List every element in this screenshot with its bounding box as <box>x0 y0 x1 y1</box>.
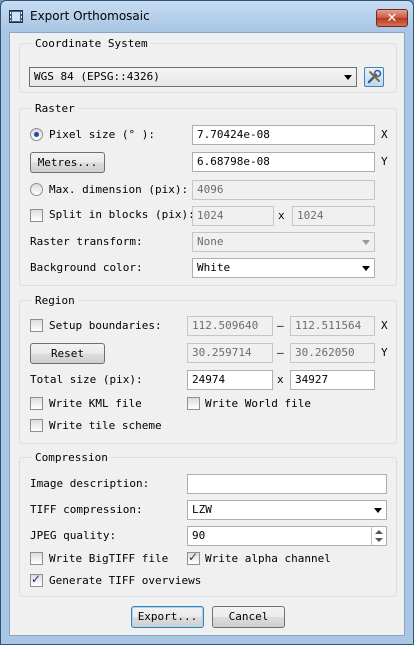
write-alpha-label: Write alpha channel <box>205 552 331 565</box>
generate-overviews-checkbox[interactable]: ✓ <box>30 572 43 587</box>
check-icon: ✓ <box>188 550 199 564</box>
write-alpha-checkbox[interactable]: ✓ <box>187 550 200 565</box>
chevron-up-icon[interactable] <box>375 530 383 534</box>
pixel-size-radio[interactable] <box>30 128 43 141</box>
setup-boundaries-label: Setup boundaries: <box>49 319 162 332</box>
times-label: x <box>278 209 285 222</box>
max-dimension-label: Max. dimension (pix): <box>49 183 189 196</box>
jpeg-quality-spinbox[interactable]: 90 <box>187 526 387 546</box>
max-dimension-input[interactable]: 4096 <box>192 180 375 200</box>
reset-button[interactable]: Reset <box>30 343 105 364</box>
tiff-compression-select[interactable]: LZW <box>187 500 387 520</box>
coordinate-system-settings-button[interactable] <box>364 67 384 87</box>
spin-buttons[interactable] <box>371 527 386 545</box>
title-bar[interactable]: Export Orthomosaic ✕ <box>1 1 413 33</box>
raster-title: Raster <box>32 102 78 115</box>
dialog-body: Coordinate System WGS 84 (EPSG::4326) Ra… <box>9 32 405 636</box>
raster-transform-label: Raster transform: <box>30 235 143 248</box>
tools-icon <box>367 69 382 84</box>
chevron-down-icon[interactable] <box>375 538 383 542</box>
raster-transform-select[interactable]: None <box>192 232 375 252</box>
metres-button[interactable]: Metres... <box>30 152 105 173</box>
split-blocks-checkbox[interactable] <box>30 209 43 222</box>
y-max-input[interactable]: 30.262050 <box>290 343 375 363</box>
export-button[interactable]: Export... <box>131 606 204 628</box>
pixel-size-x-input[interactable]: 7.70424e-08 <box>192 125 375 145</box>
pixel-size-label: Pixel size (° ): <box>49 128 155 141</box>
background-color-value: White <box>197 261 231 274</box>
write-bigtiff-label: Write BigTIFF file <box>49 552 169 565</box>
export-orthomosaic-window: Export Orthomosaic ✕ Coordinate System W… <box>0 0 414 645</box>
tiff-compression-label: TIFF compression: <box>30 503 143 516</box>
x-axis-label: X <box>381 319 388 332</box>
jpeg-quality-value: 90 <box>192 529 206 542</box>
chevron-down-icon <box>362 240 370 245</box>
coordinate-system-title: Coordinate System <box>32 37 151 50</box>
total-width-input[interactable]: 24974 <box>187 370 273 390</box>
split-blocks-label: Split in blocks (pix): <box>49 208 195 221</box>
chevron-down-icon <box>362 266 370 271</box>
region-group: Region Setup boundaries: 112.509640 – 11… <box>19 294 397 444</box>
range-dash: – <box>277 319 284 332</box>
write-kml-label: Write KML file <box>49 397 142 410</box>
split-blocks-y-input[interactable]: 1024 <box>292 206 375 226</box>
x-axis-label: X <box>381 128 388 141</box>
coordinate-system-value: WGS 84 (EPSG::4326) <box>34 70 160 83</box>
x-min-input[interactable]: 112.509640 <box>187 316 273 336</box>
times-label: x <box>277 373 284 386</box>
split-blocks-x-input[interactable]: 1024 <box>192 206 274 226</box>
compression-group: Compression Image description: TIFF comp… <box>19 451 397 597</box>
film-icon <box>9 10 23 23</box>
cancel-button[interactable]: Cancel <box>212 606 285 628</box>
setup-boundaries-checkbox[interactable] <box>30 319 43 332</box>
write-tile-label: Write tile scheme <box>49 419 162 432</box>
jpeg-quality-label: JPEG quality: <box>30 529 117 542</box>
range-dash: – <box>277 346 284 359</box>
total-height-input[interactable]: 34927 <box>290 370 375 390</box>
generate-overviews-label: Generate TIFF overviews <box>49 574 202 587</box>
pixel-size-y-input[interactable]: 6.68798e-08 <box>192 152 375 172</box>
write-world-label: Write World file <box>205 397 311 410</box>
coordinate-system-select[interactable]: WGS 84 (EPSG::4326) <box>29 67 357 87</box>
radio-selected-dot <box>34 132 39 137</box>
close-button[interactable]: ✕ <box>376 9 408 27</box>
chevron-down-icon <box>374 508 382 513</box>
image-description-label: Image description: <box>30 477 150 490</box>
write-world-checkbox[interactable] <box>187 397 200 410</box>
write-bigtiff-checkbox[interactable] <box>30 552 43 565</box>
image-description-input[interactable] <box>187 474 387 494</box>
total-size-label: Total size (pix): <box>30 373 143 386</box>
background-color-select[interactable]: White <box>192 258 375 278</box>
y-axis-label: Y <box>381 346 388 359</box>
tiff-compression-value: LZW <box>192 503 212 516</box>
close-icon: ✕ <box>386 11 398 26</box>
max-dimension-radio[interactable] <box>30 183 43 196</box>
check-icon: ✓ <box>31 572 42 586</box>
x-max-input[interactable]: 112.511564 <box>290 316 375 336</box>
region-title: Region <box>32 294 78 307</box>
coordinate-system-group: Coordinate System WGS 84 (EPSG::4326) <box>19 37 397 93</box>
y-min-input[interactable]: 30.259714 <box>187 343 273 363</box>
y-axis-label: Y <box>381 155 388 168</box>
raster-group: Raster Pixel size (° ): 7.70424e-08 X Me… <box>19 102 397 286</box>
write-tile-checkbox[interactable] <box>30 419 43 432</box>
background-color-label: Background color: <box>30 261 143 274</box>
window-title: Export Orthomosaic <box>30 9 150 23</box>
compression-title: Compression <box>32 451 111 464</box>
write-kml-checkbox[interactable] <box>30 397 43 410</box>
chevron-down-icon <box>344 75 352 80</box>
raster-transform-value: None <box>197 235 224 248</box>
